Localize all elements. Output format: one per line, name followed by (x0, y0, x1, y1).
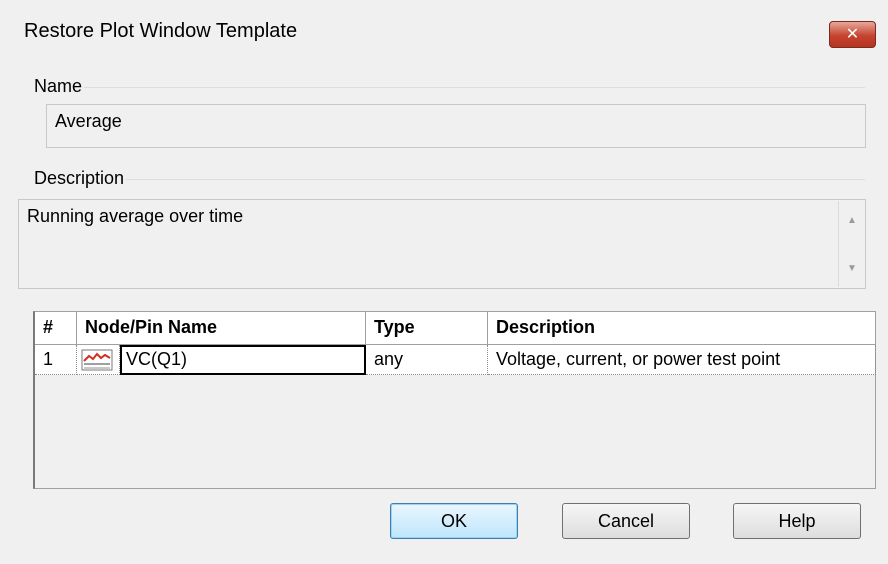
description-text: Running average over time (27, 206, 244, 226)
waveform-plot-icon[interactable] (81, 349, 113, 371)
help-button[interactable]: Help (733, 503, 861, 539)
title-bar[interactable]: Restore Plot Window Template ✕ (0, 0, 888, 62)
column-header-type[interactable]: Type (366, 312, 488, 344)
table-row[interactable]: 1 VC(Q1) any Voltage, current, or power … (35, 345, 876, 375)
name-field[interactable]: Average (46, 104, 866, 148)
window-title: Restore Plot Window Template (24, 20, 298, 42)
node-pin-grid[interactable]: # Node/Pin Name Type Description 1 VC(Q1… (33, 311, 876, 489)
name-group-label: Name (32, 76, 85, 97)
description-scrollbar[interactable]: ▲ ▼ (838, 201, 864, 287)
description-group-divider (34, 179, 865, 180)
column-header-number[interactable]: # (35, 312, 77, 344)
column-header-node-pin-name[interactable]: Node/Pin Name (77, 312, 366, 344)
close-button[interactable]: ✕ (829, 21, 876, 48)
ok-button[interactable]: OK (390, 503, 518, 539)
row-number: 1 (35, 345, 77, 375)
row-description[interactable]: Voltage, current, or power test point (488, 345, 876, 375)
row-type[interactable]: any (366, 345, 488, 375)
scroll-down-icon[interactable]: ▼ (839, 263, 865, 274)
restore-plot-window-template-dialog: Restore Plot Window Template ✕ Name Aver… (0, 0, 888, 564)
cancel-button[interactable]: Cancel (562, 503, 690, 539)
column-header-description[interactable]: Description (488, 312, 876, 344)
scroll-up-icon[interactable]: ▲ (839, 215, 865, 226)
description-group-label: Description (32, 168, 127, 189)
name-group-divider (34, 87, 865, 88)
grid-header: # Node/Pin Name Type Description (35, 312, 875, 345)
close-icon: ✕ (845, 25, 860, 43)
node-pin-name-input[interactable]: VC(Q1) (120, 345, 366, 375)
description-field[interactable]: Running average over time (18, 199, 866, 289)
